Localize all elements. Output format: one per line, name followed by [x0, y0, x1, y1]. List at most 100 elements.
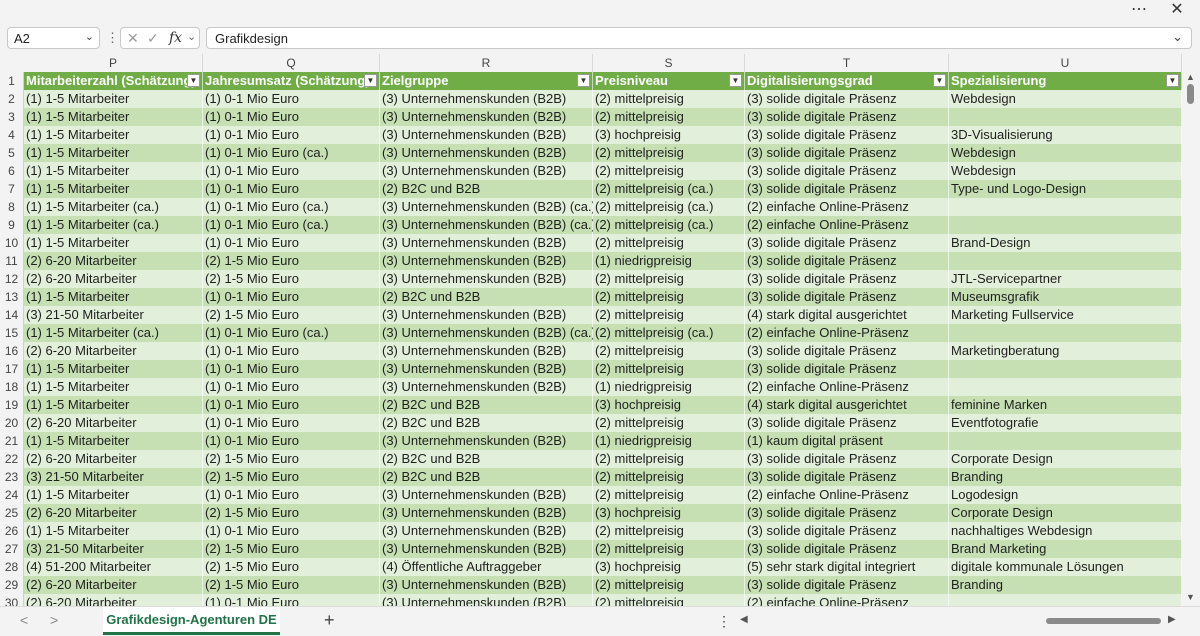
table-cell[interactable]: (3) solide digitale Präsenz: [745, 576, 949, 594]
chevron-down-icon[interactable]: ⌄: [187, 30, 196, 43]
table-cell[interactable]: (3) Unternehmenskunden (B2B): [380, 594, 593, 606]
table-cell[interactable]: (5) sehr stark digital integriert: [745, 558, 949, 576]
table-cell[interactable]: (2) 1-5 Mio Euro: [203, 504, 380, 522]
table-cell[interactable]: (1) 1-5 Mitarbeiter: [24, 144, 203, 162]
table-cell[interactable]: [949, 594, 1182, 606]
table-cell[interactable]: (2) mittelpreisig (ca.): [593, 180, 745, 198]
row-number[interactable]: 17: [0, 360, 24, 378]
table-cell[interactable]: Type- und Logo-Design: [949, 180, 1182, 198]
name-box[interactable]: A2 ⌄: [7, 27, 100, 49]
table-cell[interactable]: (2) 1-5 Mio Euro: [203, 468, 380, 486]
table-cell[interactable]: (2) 6-20 Mitarbeiter: [24, 504, 203, 522]
table-cell[interactable]: (1) niedrigpreisig: [593, 378, 745, 396]
table-cell[interactable]: (3) Unternehmenskunden (B2B): [380, 144, 593, 162]
table-cell[interactable]: (2) einfache Online-Präsenz: [745, 324, 949, 342]
table-cell[interactable]: [949, 108, 1182, 126]
table-cell[interactable]: [949, 324, 1182, 342]
row-number[interactable]: 18: [0, 378, 24, 396]
table-cell[interactable]: (1) 1-5 Mitarbeiter (ca.): [24, 324, 203, 342]
table-cell[interactable]: Eventfotografie: [949, 414, 1182, 432]
table-cell[interactable]: Brand-Design: [949, 234, 1182, 252]
table-cell[interactable]: (2) mittelpreisig: [593, 108, 745, 126]
table-cell[interactable]: (3) hochpreisig: [593, 126, 745, 144]
table-cell[interactable]: Webdesign: [949, 90, 1182, 108]
row-number[interactable]: 15: [0, 324, 24, 342]
column-header-t[interactable]: T: [745, 54, 949, 72]
row-number[interactable]: 22: [0, 450, 24, 468]
table-cell[interactable]: (3) solide digitale Präsenz: [745, 180, 949, 198]
next-sheet-icon[interactable]: >: [50, 612, 58, 628]
table-cell[interactable]: (2) 1-5 Mio Euro: [203, 540, 380, 558]
table-cell[interactable]: (2) einfache Online-Präsenz: [745, 486, 949, 504]
row-number[interactable]: 27: [0, 540, 24, 558]
table-cell[interactable]: (3) solide digitale Präsenz: [745, 468, 949, 486]
row-number[interactable]: 23: [0, 468, 24, 486]
row-number[interactable]: 21: [0, 432, 24, 450]
table-cell[interactable]: Webdesign: [949, 162, 1182, 180]
table-cell[interactable]: [949, 360, 1182, 378]
table-cell[interactable]: (1) 1-5 Mitarbeiter: [24, 486, 203, 504]
table-cell[interactable]: (3) Unternehmenskunden (B2B) (ca.): [380, 198, 596, 216]
table-cell[interactable]: nachhaltiges Webdesign: [949, 522, 1182, 540]
row-number[interactable]: 8: [0, 198, 24, 216]
table-cell[interactable]: (3) Unternehmenskunden (B2B): [380, 126, 593, 144]
table-cell[interactable]: (2) 1-5 Mio Euro: [203, 270, 380, 288]
table-cell[interactable]: (1) 1-5 Mitarbeiter (ca.): [24, 216, 203, 234]
chevron-down-icon[interactable]: ⌄: [85, 30, 94, 43]
table-cell[interactable]: Marketing Fullservice: [949, 306, 1182, 324]
table-cell[interactable]: (2) einfache Online-Präsenz: [745, 594, 949, 606]
table-cell[interactable]: (3) Unternehmenskunden (B2B): [380, 360, 593, 378]
table-cell[interactable]: digitale kommunale Lösungen: [949, 558, 1182, 576]
table-cell[interactable]: [949, 432, 1182, 450]
table-cell[interactable]: (2) mittelpreisig: [593, 234, 745, 252]
table-cell[interactable]: [949, 252, 1182, 270]
table-cell[interactable]: (1) 0-1 Mio Euro: [203, 360, 380, 378]
filter-dropdown-icon[interactable]: ▼: [729, 74, 742, 87]
horizontal-scroll-thumb[interactable]: [1046, 618, 1161, 624]
table-cell[interactable]: (2) mittelpreisig (ca.): [593, 216, 745, 234]
table-cell[interactable]: (2) 1-5 Mio Euro: [203, 450, 380, 468]
table-cell[interactable]: (3) solide digitale Präsenz: [745, 90, 949, 108]
header-cell[interactable]: Preisniveau ▼: [593, 72, 745, 90]
table-cell[interactable]: (3) solide digitale Präsenz: [745, 288, 949, 306]
table-cell[interactable]: (3) hochpreisig: [593, 396, 745, 414]
more-options-icon[interactable]: ⋯: [1124, 0, 1154, 22]
table-cell[interactable]: (1) 0-1 Mio Euro (ca.): [203, 144, 380, 162]
table-cell[interactable]: (3) Unternehmenskunden (B2B): [380, 504, 593, 522]
row-number[interactable]: 14: [0, 306, 24, 324]
table-cell[interactable]: Marketingberatung: [949, 342, 1182, 360]
row-number[interactable]: 28: [0, 558, 24, 576]
table-cell[interactable]: (2) 1-5 Mio Euro: [203, 306, 380, 324]
filter-dropdown-icon[interactable]: ▼: [1166, 74, 1179, 87]
scroll-left-icon[interactable]: ◀: [740, 614, 748, 625]
table-cell[interactable]: (3) solide digitale Präsenz: [745, 252, 949, 270]
table-cell[interactable]: (3) hochpreisig: [593, 558, 745, 576]
table-cell[interactable]: (1) 0-1 Mio Euro (ca.): [203, 216, 380, 234]
table-cell[interactable]: (1) 1-5 Mitarbeiter: [24, 90, 203, 108]
vertical-scrollbar[interactable]: ▲ ▼: [1182, 72, 1200, 606]
table-cell[interactable]: (2) einfache Online-Präsenz: [745, 198, 949, 216]
table-cell[interactable]: (2) 1-5 Mio Euro: [203, 252, 380, 270]
table-cell[interactable]: (3) solide digitale Präsenz: [745, 126, 949, 144]
table-cell[interactable]: (1) 0-1 Mio Euro: [203, 432, 380, 450]
table-cell[interactable]: (1) 0-1 Mio Euro: [203, 396, 380, 414]
filter-dropdown-icon[interactable]: ▼: [933, 74, 946, 87]
row-number[interactable]: 12: [0, 270, 24, 288]
table-cell[interactable]: (2) B2C und B2B: [380, 396, 593, 414]
table-cell[interactable]: (2) mittelpreisig: [593, 468, 745, 486]
table-cell[interactable]: (3) solide digitale Präsenz: [745, 270, 949, 288]
row-number[interactable]: 2: [0, 90, 24, 108]
table-cell[interactable]: (3) Unternehmenskunden (B2B): [380, 306, 593, 324]
row-number[interactable]: 19: [0, 396, 24, 414]
table-cell[interactable]: (2) mittelpreisig: [593, 288, 745, 306]
table-cell[interactable]: (4) stark digital ausgerichtet: [745, 306, 949, 324]
table-cell[interactable]: (4) 51-200 Mitarbeiter: [24, 558, 203, 576]
table-cell[interactable]: (3) solide digitale Präsenz: [745, 450, 949, 468]
table-cell[interactable]: (2) mittelpreisig: [593, 450, 745, 468]
table-cell[interactable]: (2) mittelpreisig: [593, 540, 745, 558]
table-cell[interactable]: (3) solide digitale Präsenz: [745, 144, 949, 162]
table-cell[interactable]: (3) solide digitale Präsenz: [745, 360, 949, 378]
table-cell[interactable]: (1) 1-5 Mitarbeiter: [24, 360, 203, 378]
table-cell[interactable]: (1) 1-5 Mitarbeiter: [24, 396, 203, 414]
scroll-right-icon[interactable]: ▶: [1168, 614, 1176, 625]
